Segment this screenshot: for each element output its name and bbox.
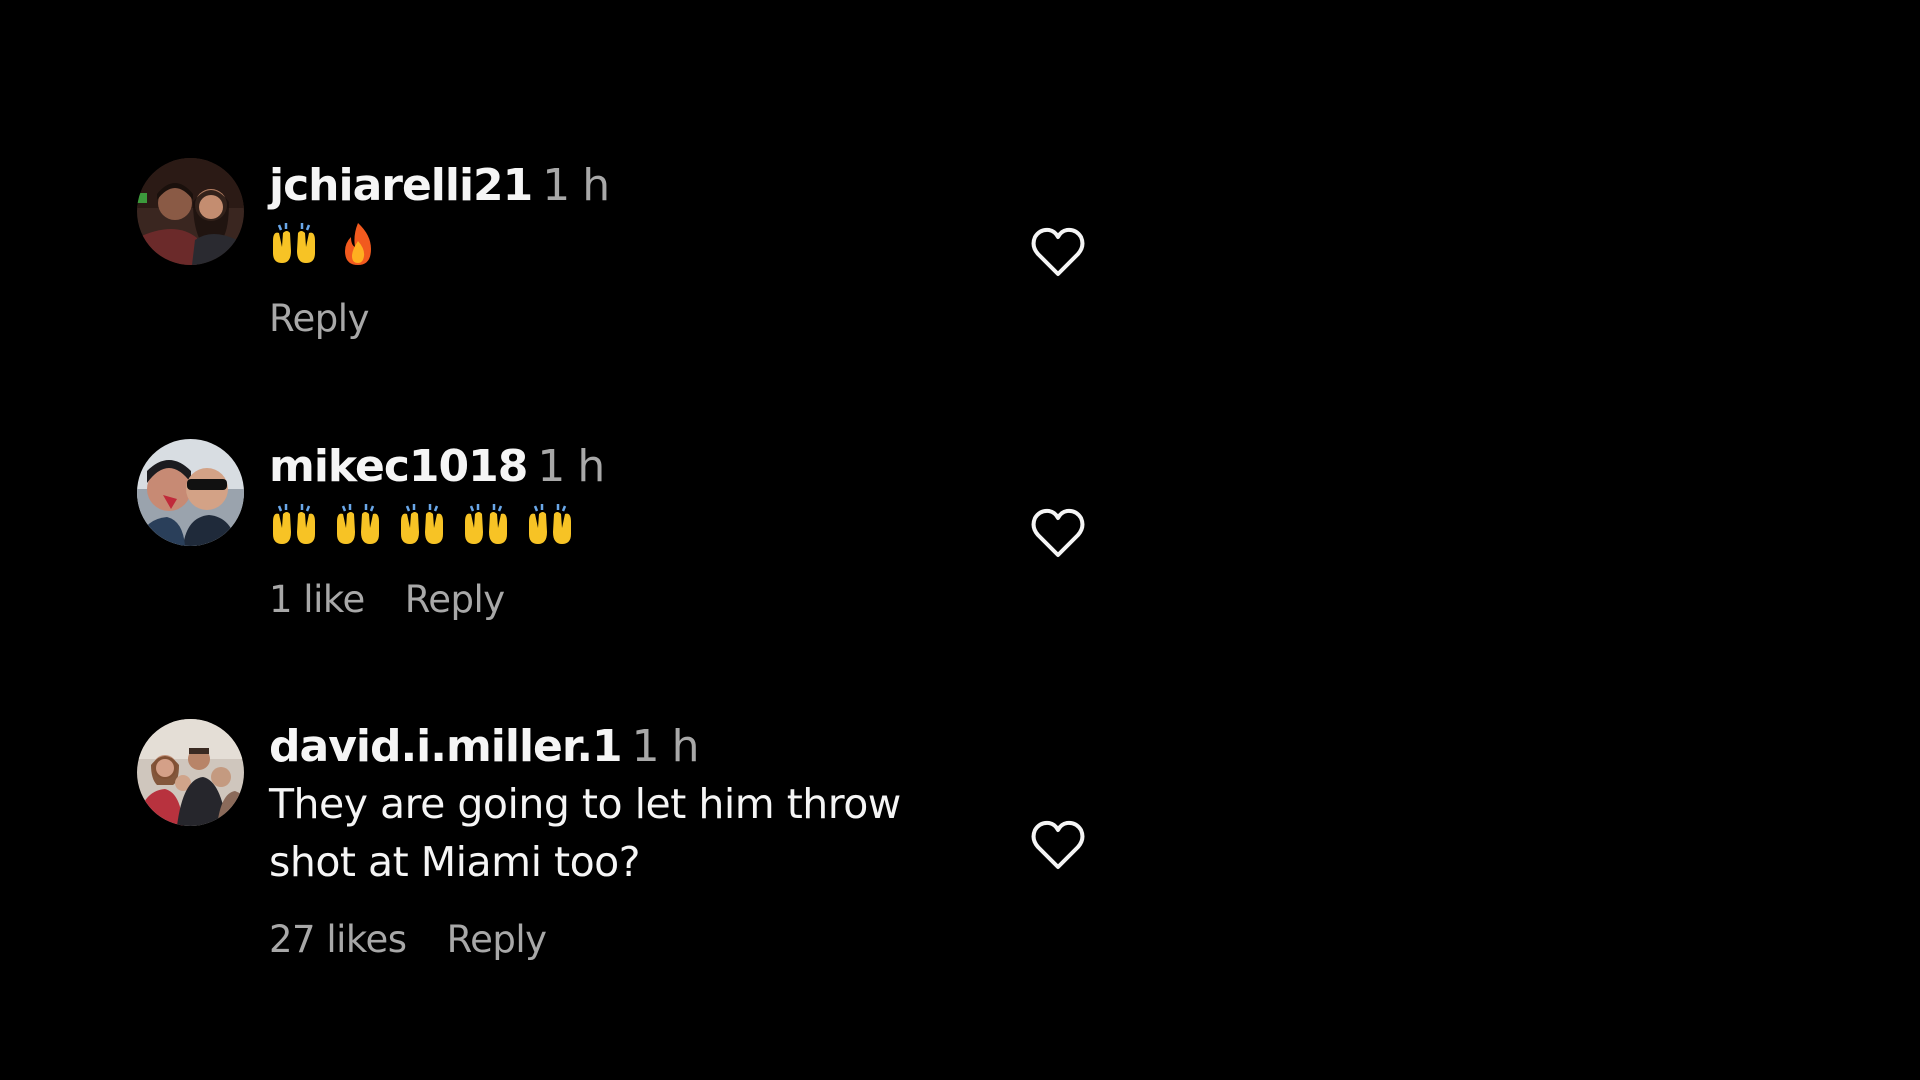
timestamp[interactable]: 1 h: [542, 160, 610, 211]
comment-meta: 27 likes Reply: [269, 917, 969, 963]
username-link[interactable]: jchiarelli21: [269, 160, 533, 211]
comment-emojis: [269, 214, 969, 274]
reply-button[interactable]: Reply: [405, 577, 505, 623]
timestamp[interactable]: 1 h: [537, 441, 605, 492]
avatar[interactable]: [137, 719, 244, 826]
comment-header: mikec1018 1 h: [269, 439, 969, 495]
comment-header: jchiarelli21 1 h: [269, 158, 969, 214]
comment-meta: Reply: [269, 296, 969, 342]
raising-hands-emoji: [461, 502, 511, 548]
raising-hands-emoji: [397, 502, 447, 548]
heart-icon[interactable]: [1030, 226, 1086, 278]
reply-button[interactable]: Reply: [269, 296, 369, 342]
comment-body: david.i.miller.1 1 h They are going to le…: [269, 719, 969, 963]
raising-hands-emoji: [269, 502, 319, 548]
comments-list: jchiarelli21 1 h Reply mikec1018 1 h 1 l…: [0, 0, 1920, 1080]
fire-emoji: [333, 221, 383, 267]
heart-icon[interactable]: [1030, 819, 1086, 871]
comment-text: They are going to let him throw shot at …: [269, 780, 901, 886]
comment-body: mikec1018 1 h 1 like Reply: [269, 439, 969, 623]
reply-button[interactable]: Reply: [447, 917, 547, 963]
like-count[interactable]: 27 likes: [269, 917, 407, 963]
raising-hands-emoji: [525, 502, 575, 548]
avatar[interactable]: [137, 439, 244, 546]
raising-hands-emoji: [269, 221, 319, 267]
avatar[interactable]: [137, 158, 244, 265]
comment-body: jchiarelli21 1 h Reply: [269, 158, 969, 342]
like-count[interactable]: 1 like: [269, 577, 365, 623]
comment-header: david.i.miller.1 1 h: [269, 719, 969, 775]
timestamp[interactable]: 1 h: [632, 721, 700, 772]
heart-icon[interactable]: [1030, 507, 1086, 559]
raising-hands-emoji: [333, 502, 383, 548]
username-link[interactable]: mikec1018: [269, 441, 528, 492]
username-link[interactable]: david.i.miller.1: [269, 721, 623, 772]
comment-meta: 1 like Reply: [269, 577, 969, 623]
comment-emojis: [269, 495, 969, 555]
